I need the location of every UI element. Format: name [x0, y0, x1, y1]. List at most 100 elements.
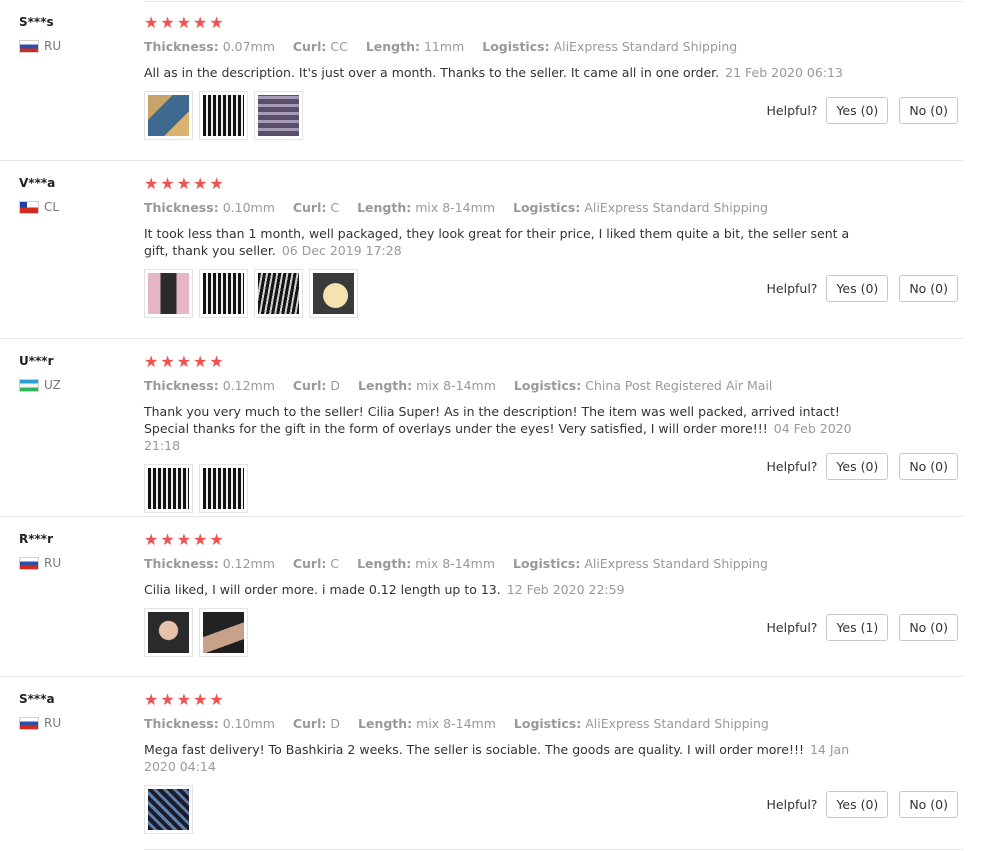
review-photo-thumbnail[interactable]	[144, 608, 193, 657]
star-icon: ★	[160, 352, 175, 371]
helpful-no-button[interactable]: No (0)	[899, 275, 958, 302]
review-photo-thumbnail[interactable]	[199, 269, 248, 318]
review-date: 21 Feb 2020 06:13	[725, 65, 843, 80]
reviewer-info: S***a RU	[19, 691, 61, 730]
review-item: R***r RU ★ ★ ★ ★ ★ Thickness: 0.12mm Curl: C…	[0, 517, 964, 676]
star-icon: ★	[160, 530, 175, 549]
helpful-yes-button[interactable]: Yes (0)	[826, 453, 889, 480]
star-icon: ★	[160, 174, 175, 193]
length-attr: Length: mix 8-14mm	[357, 200, 495, 215]
thickness-label: Thickness:	[144, 556, 219, 571]
logistics-attr: Logistics: China Post Registered Air Mai…	[514, 378, 772, 393]
face-selfie-photo	[148, 612, 189, 653]
length-value: mix 8-14mm	[416, 378, 496, 393]
star-icon: ★	[176, 690, 192, 709]
thickness-value: 0.10mm	[222, 716, 275, 731]
curl-attr: Curl: C	[293, 556, 339, 571]
lash-tray-angled-photo	[258, 273, 299, 314]
helpful-vote: Helpful? Yes (0) No (0)	[767, 275, 958, 302]
star-icon: ★	[176, 13, 192, 32]
helpful-vote: Helpful? Yes (0) No (0)	[767, 97, 958, 124]
helpful-yes-button[interactable]: Yes (0)	[826, 791, 889, 818]
curl-attr: Curl: D	[293, 716, 340, 731]
thickness-value: 0.10mm	[222, 200, 275, 215]
star-icon: ★	[209, 174, 224, 193]
helpful-vote: Helpful? Yes (1) No (0)	[767, 614, 958, 641]
helpful-no-button[interactable]: No (0)	[899, 791, 958, 818]
logistics-attr: Logistics: AliExpress Standard Shipping	[513, 200, 768, 215]
star-rating: ★ ★ ★ ★ ★	[144, 691, 964, 709]
helpful-label: Helpful?	[766, 103, 818, 118]
review-body: ★ ★ ★ ★ ★ Thickness: 0.12mm Curl: D Length: …	[144, 353, 964, 513]
review-date: 12 Feb 2020 22:59	[506, 582, 625, 597]
review-photo-thumbnail[interactable]	[199, 91, 248, 140]
length-value: mix 8-14mm	[416, 716, 496, 731]
curl-value: D	[330, 716, 341, 731]
review-attributes: Thickness: 0.07mm Curl: CC Length: 11mm …	[144, 39, 964, 55]
eye-patch-photo	[313, 273, 354, 314]
review-text-content: All as in the description. It's just ove…	[144, 65, 720, 80]
star-icon: ★	[160, 690, 175, 709]
review-attributes: Thickness: 0.10mm Curl: C Length: mix 8-…	[144, 200, 964, 216]
review-photo-thumbnail[interactable]	[254, 91, 303, 140]
star-icon: ★	[144, 530, 159, 549]
helpful-label: Helpful?	[766, 620, 818, 635]
helpful-label: Helpful?	[766, 459, 818, 474]
reviewer-info: R***r RU	[19, 531, 61, 570]
thickness-attr: Thickness: 0.07mm	[144, 39, 275, 54]
star-icon: ★	[144, 13, 159, 32]
star-icon: ★	[176, 174, 192, 193]
thickness-value: 0.12mm	[222, 378, 275, 393]
thickness-value: 0.12mm	[222, 556, 275, 571]
helpful-no-button[interactable]: No (0)	[899, 97, 958, 124]
helpful-no-button[interactable]: No (0)	[899, 614, 958, 641]
reviewer-country: CL	[19, 200, 59, 214]
logistics-attr: Logistics: AliExpress Standard Shipping	[482, 39, 737, 54]
review-text: Thank you very much to the seller! Cilia…	[144, 403, 854, 454]
star-icon: ★	[209, 530, 224, 549]
review-photo-thumbnail[interactable]	[309, 269, 358, 318]
review-photo-thumbnail[interactable]	[144, 464, 193, 513]
pink-lash-box-photo	[148, 273, 189, 314]
reviewer-info: U***r UZ	[19, 353, 61, 392]
length-label: Length:	[365, 39, 420, 54]
helpful-label: Helpful?	[766, 281, 818, 296]
review-divider	[144, 849, 964, 850]
logistics-label: Logistics:	[512, 200, 581, 215]
curl-label: Curl:	[292, 200, 327, 215]
star-rating: ★ ★ ★ ★ ★	[144, 353, 964, 371]
curl-label: Curl:	[292, 39, 327, 54]
reviewer-name: U***r	[19, 354, 54, 368]
reviewer-info: S***s RU	[19, 14, 61, 53]
review-photo-thumbnail[interactable]	[144, 91, 193, 140]
star-icon: ★	[144, 352, 159, 371]
review-photo-thumbnail[interactable]	[199, 608, 248, 657]
logistics-label: Logistics:	[482, 39, 550, 54]
helpful-yes-button[interactable]: Yes (1)	[826, 614, 889, 641]
review-text-content: Cilia liked, I will order more. i made 0…	[144, 582, 501, 597]
curl-label: Curl:	[292, 378, 327, 393]
lash-boxes-stack-photo	[258, 95, 299, 136]
thickness-attr: Thickness: 0.12mm	[144, 556, 275, 571]
review-attributes: Thickness: 0.12mm Curl: D Length: mix 8-…	[144, 378, 964, 394]
helpful-vote: Helpful? Yes (0) No (0)	[767, 453, 958, 480]
review-attributes: Thickness: 0.12mm Curl: C Length: mix 8-…	[144, 556, 964, 572]
helpful-vote: Helpful? Yes (0) No (0)	[767, 791, 958, 818]
review-text: Cilia liked, I will order more. i made 0…	[144, 581, 854, 598]
review-photo-thumbnail[interactable]	[144, 269, 193, 318]
helpful-yes-button[interactable]: Yes (0)	[826, 97, 889, 124]
star-rating: ★ ★ ★ ★ ★	[144, 14, 964, 32]
star-icon: ★	[144, 690, 159, 709]
logistics-label: Logistics:	[513, 378, 582, 393]
helpful-no-button[interactable]: No (0)	[899, 453, 958, 480]
length-label: Length:	[358, 716, 413, 731]
helpful-label: Helpful?	[766, 797, 818, 812]
review-photo-thumbnail[interactable]	[254, 269, 303, 318]
logistics-label: Logistics:	[513, 716, 582, 731]
helpful-yes-button[interactable]: Yes (0)	[826, 275, 889, 302]
lash-tray-blue-photo	[148, 789, 189, 830]
review-photo-thumbnail[interactable]	[199, 464, 248, 513]
logistics-value: China Post Registered Air Mail	[585, 378, 773, 393]
review-photo-thumbnail[interactable]	[144, 785, 193, 834]
star-icon: ★	[160, 13, 175, 32]
